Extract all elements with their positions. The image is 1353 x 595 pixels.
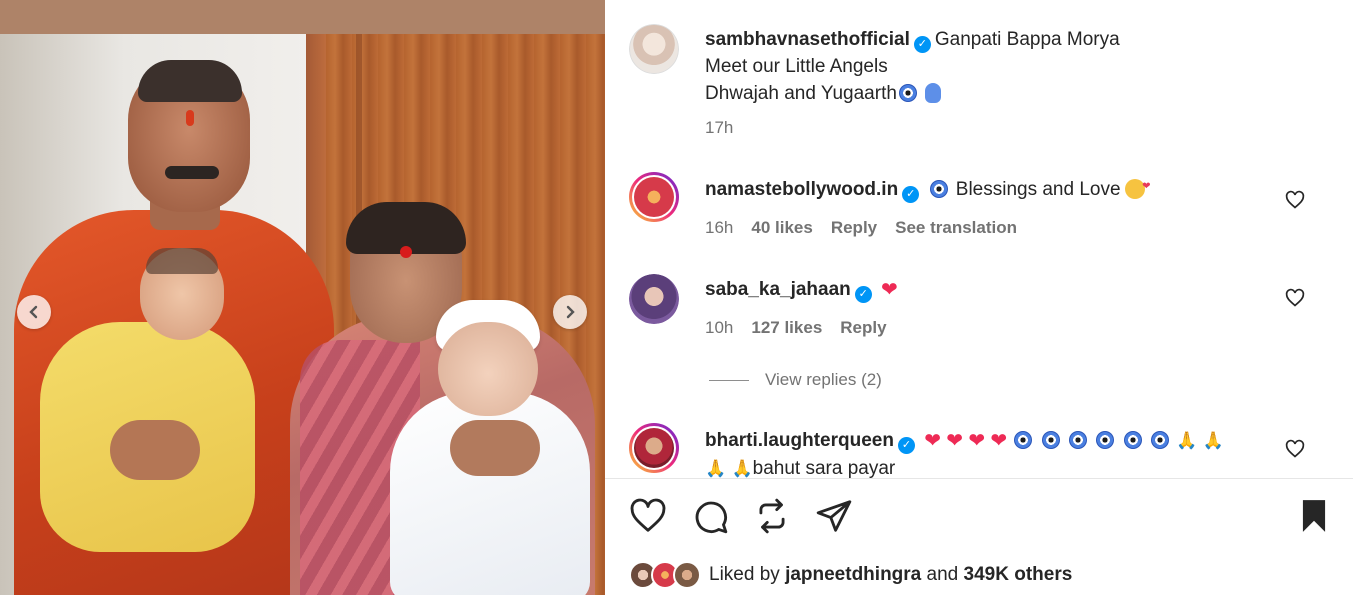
hamsa-emoji-icon (924, 83, 941, 103)
folded-hands-emoji-icon: 🙏 (705, 459, 727, 478)
nazar-emoji-icon (898, 84, 917, 102)
chevron-right-icon (566, 305, 575, 319)
comment-likes[interactable]: 40 likes (751, 218, 812, 238)
send-icon[interactable] (815, 497, 853, 535)
verified-badge-icon: ✓ (902, 186, 920, 203)
like-comment-heart-icon[interactable] (1285, 288, 1305, 308)
comment-icon[interactable] (691, 497, 729, 535)
liked-by-prefix: Liked by (709, 564, 780, 585)
comment-timestamp[interactable]: 16h (705, 218, 733, 238)
red-heart-emoji-icon: ❤ (881, 279, 898, 301)
folded-hands-emoji-icon: 🙏 (731, 459, 753, 478)
baby-white-head (438, 322, 538, 416)
see-translation-button[interactable]: See translation (895, 218, 1017, 238)
commenter-username[interactable]: namastebollywood.in (705, 179, 898, 200)
grandfather-hand (110, 420, 200, 480)
comment-likes[interactable]: 127 likes (751, 318, 822, 338)
comment-text: bahut sara payar (752, 458, 896, 478)
likes-summary: Liked by japneetdhingra and 349K others (629, 561, 1072, 589)
post-action-bar (629, 497, 853, 535)
caption-line-2: Meet our Little Angels (705, 56, 888, 77)
liked-by-and: and (926, 564, 959, 585)
view-replies-button[interactable]: View replies (2) (709, 370, 882, 390)
author-username[interactable]: sambhavnasethofficial (705, 29, 910, 50)
smiling-hearts-emoji-icon (1124, 173, 1151, 200)
heart-icon[interactable] (629, 497, 667, 535)
comment-emoji-row: ❤ ❤ ❤ ❤ 🙏 🙏 (924, 430, 1224, 452)
reply-button[interactable]: Reply (840, 318, 886, 338)
verified-badge-icon: ✓ (854, 286, 872, 303)
view-replies-line (709, 379, 749, 381)
grandfather-hair (138, 60, 242, 102)
share-icon[interactable] (753, 497, 791, 535)
commenter-avatar[interactable] (629, 274, 679, 324)
grandfather-tilak (186, 110, 194, 126)
grandmother-bindi (400, 246, 412, 258)
caption-line-3: Dhwajah and Yugaarth (705, 83, 897, 104)
view-replies-label: View replies (2) (765, 370, 882, 389)
caption-line-1: Ganpati Bappa Morya (934, 29, 1120, 50)
bookmark-icon (1302, 500, 1326, 532)
likes-count[interactable]: 349K others (964, 564, 1073, 586)
next-slide-button[interactable] (553, 295, 587, 329)
like-comment-heart-icon[interactable] (1285, 439, 1305, 459)
save-button[interactable] (1295, 497, 1333, 540)
comment-text: Blessings and Love (955, 179, 1121, 200)
liked-by-user[interactable]: japneetdhingra (785, 564, 921, 586)
verified-badge-icon: ✓ (913, 36, 931, 53)
baby-yellow-hair (146, 248, 218, 274)
commenter-username[interactable]: bharti.laughterqueen (705, 430, 894, 451)
verified-badge-icon: ✓ (897, 437, 915, 454)
actions-divider (605, 478, 1353, 479)
post-timestamp[interactable]: 17h (705, 118, 733, 138)
liker-avatars[interactable] (629, 561, 701, 589)
comment-item: bharti.laughterqueen ✓ ❤ ❤ ❤ ❤ 🙏 🙏 🙏 🙏bah… (629, 423, 1329, 478)
grandfather-mustache (165, 166, 219, 179)
nazar-emoji-icon (930, 180, 949, 198)
comments-panel: sambhavnasethofficial ✓ Ganpati Bappa Mory… (605, 0, 1353, 595)
grandmother-hand (450, 420, 540, 476)
chevron-left-icon (29, 305, 38, 319)
photo-top-strip (0, 0, 605, 34)
commenter-avatar[interactable] (629, 172, 679, 222)
post-photo (0, 0, 605, 595)
like-comment-heart-icon[interactable] (1285, 190, 1305, 210)
author-avatar[interactable] (629, 24, 679, 74)
previous-slide-button[interactable] (17, 295, 51, 329)
reply-button[interactable]: Reply (831, 218, 877, 238)
commenter-avatar[interactable] (629, 423, 679, 473)
commenter-username[interactable]: saba_ka_jahaan (705, 279, 851, 300)
comment-timestamp[interactable]: 10h (705, 318, 733, 338)
